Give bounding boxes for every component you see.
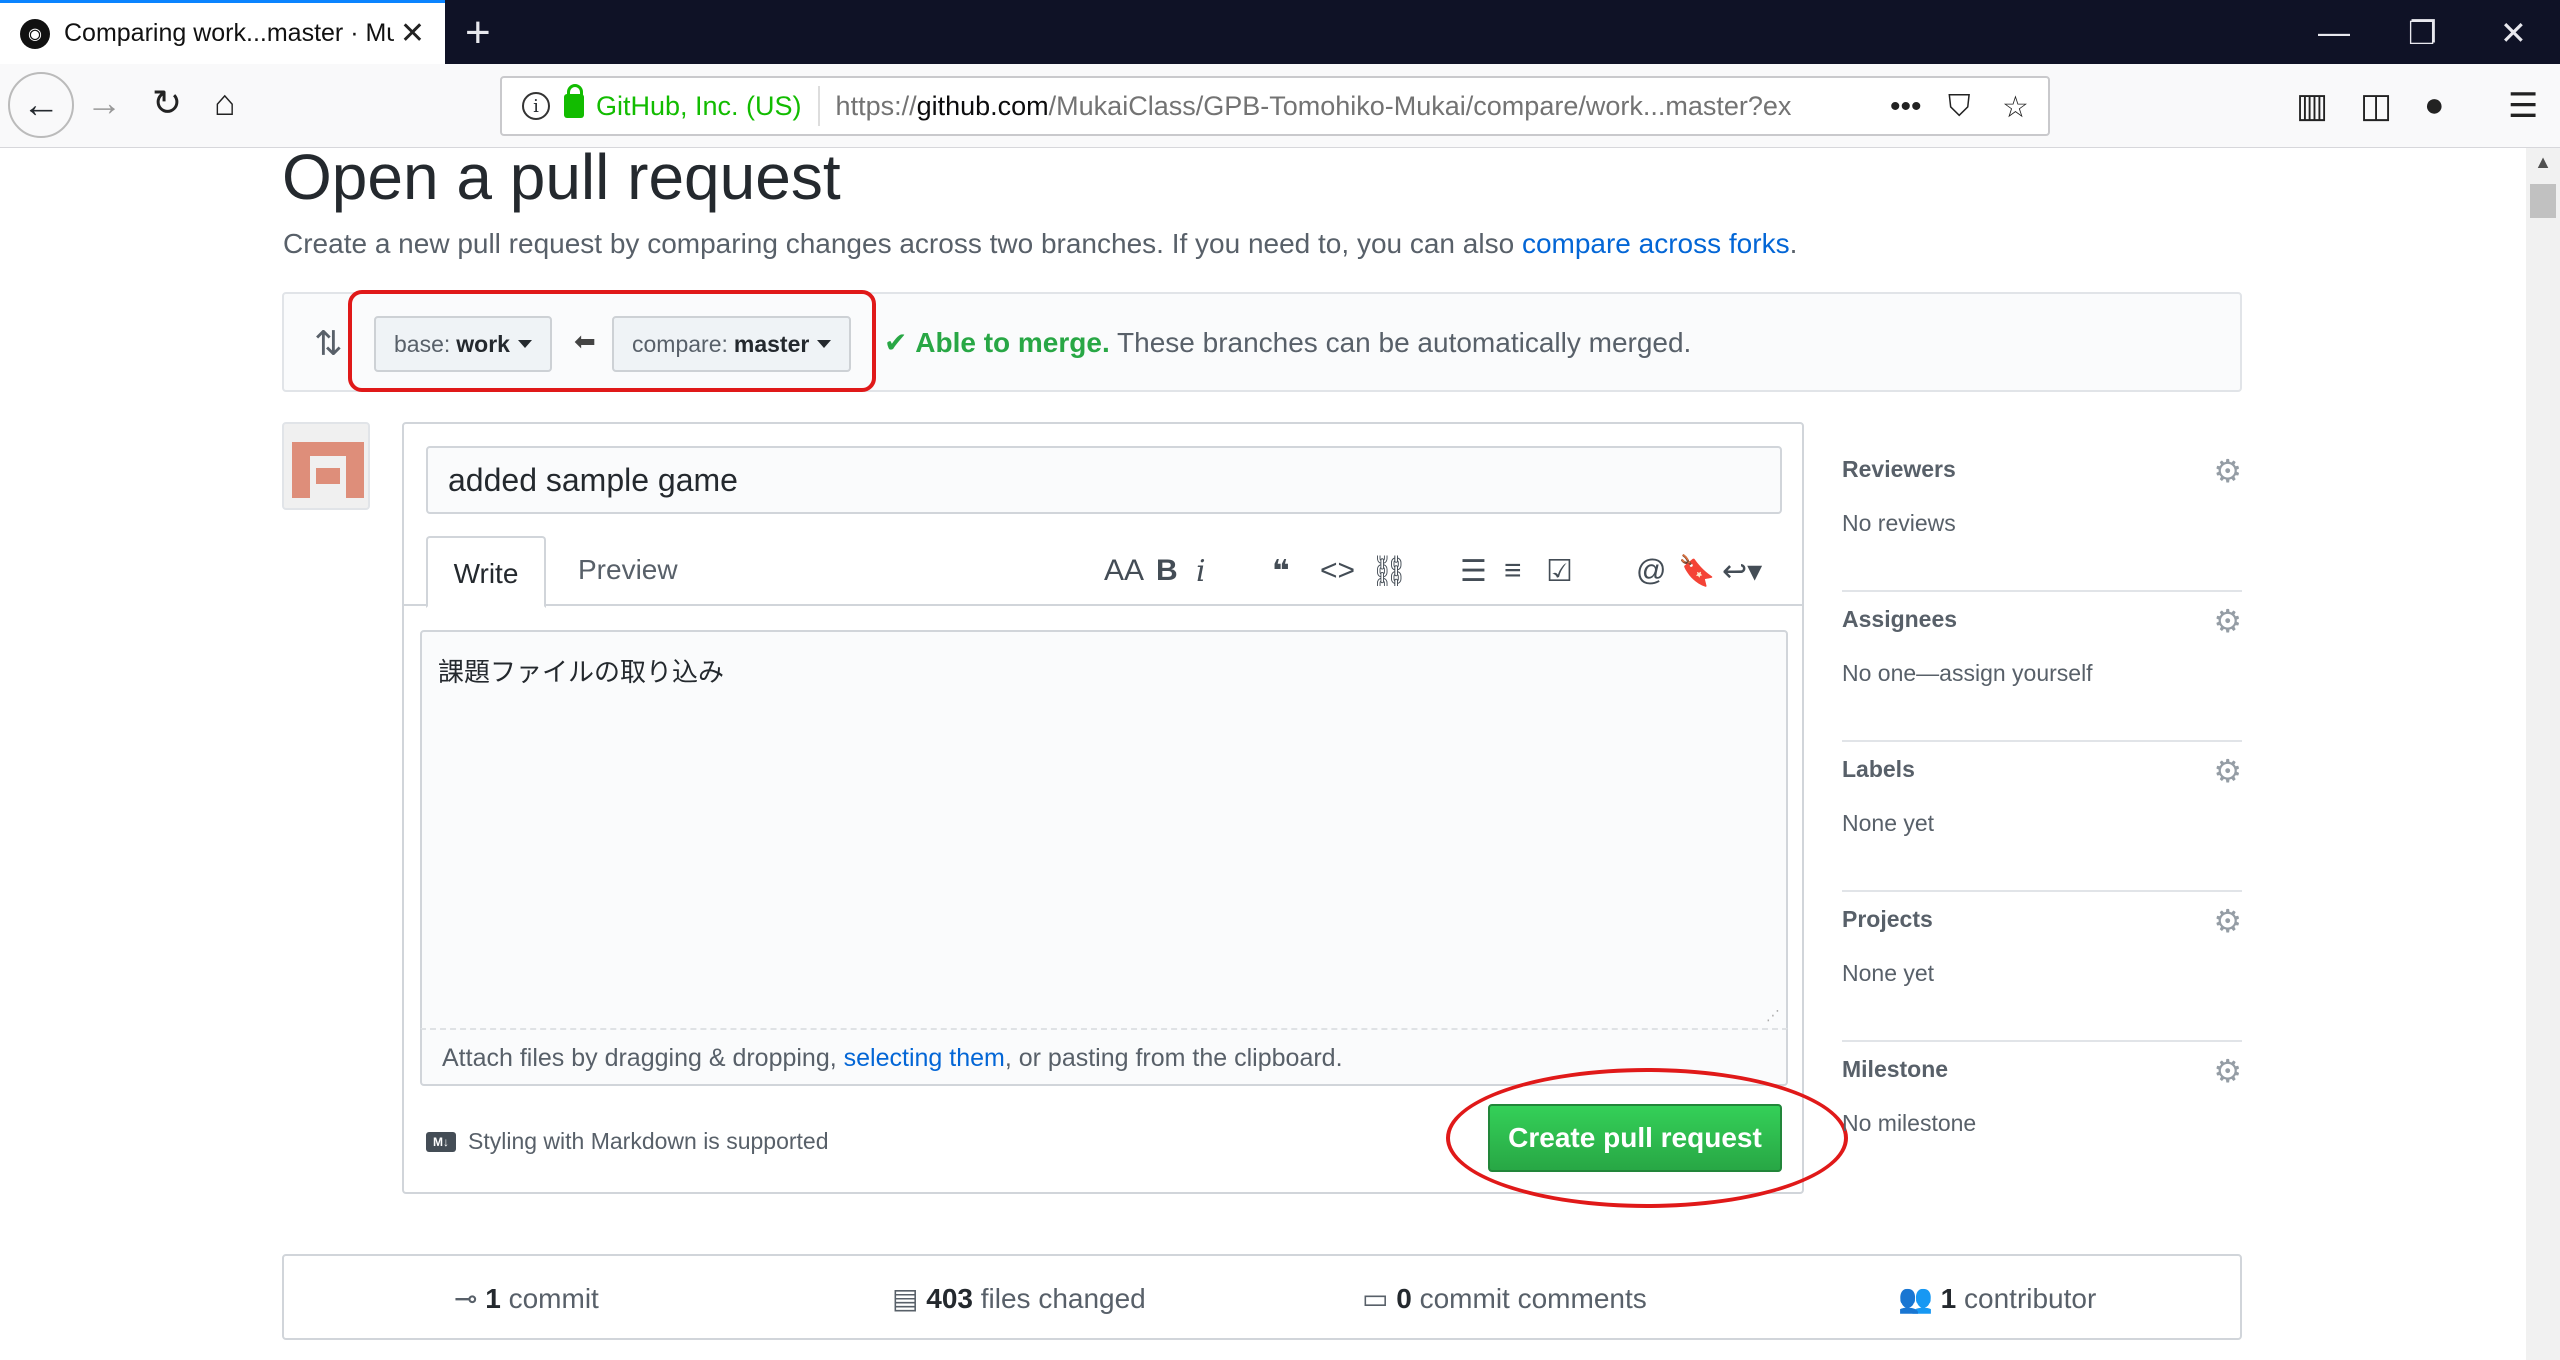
forward-arrow-icon[interactable]: →: [86, 82, 122, 124]
files-changed-stat[interactable]: ▤ 403 files changed: [892, 1282, 1146, 1315]
git-compare-icon: ⇅: [314, 325, 343, 363]
code-icon[interactable]: <>: [1320, 554, 1355, 588]
compare-forks-link[interactable]: compare across forks: [1522, 228, 1790, 259]
markdown-note[interactable]: M↓ Styling with Markdown is supported: [426, 1128, 829, 1155]
select-files-link[interactable]: selecting them: [844, 1044, 1005, 1072]
sidebar-item-assignees[interactable]: Assignees ⚙ No one—assign yourself: [1842, 592, 2242, 742]
editor-tabs: Write Preview AA B i ❝ <> ⛓ ☰ ≡ ☑ @ 🔖 ↩▾: [404, 536, 1802, 608]
url-text[interactable]: https://github.com/MukaiClass/GPB-Tomohi…: [836, 91, 1836, 122]
check-icon: ✔: [884, 327, 908, 358]
commit-comments-stat[interactable]: ▭ 0 commit comments: [1362, 1282, 1647, 1315]
comment-icon: ▭: [1362, 1283, 1389, 1314]
commits-stat[interactable]: ⊸ 1 commit: [454, 1282, 599, 1315]
people-icon: 👥: [1898, 1283, 1933, 1314]
tab-title: Comparing work...master · Muk: [64, 19, 394, 47]
pr-body-textarea[interactable]: 課題ファイルの取り込み ⋰: [420, 630, 1788, 1030]
reply-icon[interactable]: ↩▾: [1722, 554, 1762, 589]
heading-icon[interactable]: AA: [1104, 554, 1144, 588]
menu-icon[interactable]: ☰: [2508, 86, 2538, 126]
page-actions-icon[interactable]: •••: [1890, 90, 1922, 124]
secure-lock-icon: [564, 84, 584, 118]
task-list-icon[interactable]: ☑: [1546, 554, 1573, 589]
back-button[interactable]: ←: [8, 72, 74, 138]
link-icon[interactable]: ⛓: [1370, 554, 1408, 589]
commit-icon: ⊸: [454, 1283, 478, 1314]
bookmark-star-icon[interactable]: ☆: [2002, 90, 2029, 125]
browser-tab[interactable]: ◉ Comparing work...master · Muk ✕: [0, 0, 445, 64]
pr-body-text: 課題ファイルの取り込み: [438, 658, 725, 688]
window-close-button[interactable]: ✕: [2500, 14, 2527, 52]
page-scrollbar[interactable]: ▲: [2526, 148, 2560, 1360]
back-arrow-icon: ←: [22, 83, 60, 126]
mention-icon[interactable]: @: [1636, 554, 1666, 588]
bold-icon[interactable]: B: [1156, 554, 1178, 588]
scroll-thumb[interactable]: [2530, 184, 2556, 218]
sidebar-item-projects[interactable]: Projects ⚙ None yet: [1842, 892, 2242, 1042]
extension-icon[interactable]: ●: [2424, 86, 2445, 125]
url-separator: [817, 86, 820, 126]
address-bar[interactable]: i GitHub, Inc. (US) https://github.com/M…: [500, 76, 2050, 136]
gear-icon[interactable]: ⚙: [2213, 752, 2242, 790]
sidebar-toggle-icon[interactable]: ◫: [2360, 86, 2392, 126]
tab-close-icon[interactable]: ✕: [400, 16, 425, 51]
tab-preview[interactable]: Preview: [578, 554, 678, 586]
bulleted-list-icon[interactable]: ☰: [1460, 554, 1487, 589]
annotation-ellipse-create: [1446, 1068, 1848, 1208]
browser-nav-bar: ← → ↻ ⌂ i GitHub, Inc. (US) https://gith…: [0, 64, 2560, 148]
home-icon[interactable]: ⌂: [214, 82, 236, 124]
site-identity[interactable]: GitHub, Inc. (US): [596, 91, 802, 122]
browser-tab-bar: ◉ Comparing work...master · Muk ✕ + — ❐ …: [0, 0, 2560, 64]
minimize-button[interactable]: —: [2318, 14, 2350, 51]
italic-icon[interactable]: i: [1196, 554, 1206, 589]
resize-handle-icon[interactable]: ⋰: [1766, 1008, 1780, 1024]
sidebar-item-milestone[interactable]: Milestone ⚙ No milestone: [1842, 1042, 2242, 1192]
site-info-icon[interactable]: i: [522, 92, 550, 120]
pr-sidebar: Reviewers ⚙ No reviews Assignees ⚙ No on…: [1842, 442, 2242, 1192]
numbered-list-icon[interactable]: ≡: [1504, 554, 1522, 588]
scroll-up-icon[interactable]: ▲: [2526, 152, 2560, 173]
gear-icon[interactable]: ⚙: [2213, 902, 2242, 940]
restore-button[interactable]: ❐: [2408, 14, 2437, 52]
contributors-stat[interactable]: 👥 1 contributor: [1898, 1282, 2096, 1315]
sidebar-item-reviewers[interactable]: Reviewers ⚙ No reviews: [1842, 442, 2242, 592]
library-icon[interactable]: ▥: [2296, 86, 2328, 126]
comparison-stats: ⊸ 1 commit ▤ 403 files changed ▭ 0 commi…: [282, 1254, 2242, 1340]
reload-icon[interactable]: ↻: [152, 82, 182, 124]
bookmark-icon[interactable]: 🔖: [1678, 554, 1715, 589]
sidebar-item-labels[interactable]: Labels ⚙ None yet: [1842, 742, 2242, 892]
gear-icon[interactable]: ⚙: [2213, 452, 2242, 490]
tab-write[interactable]: Write: [426, 536, 546, 608]
new-tab-button[interactable]: +: [465, 8, 491, 58]
page-subtitle: Create a new pull request by comparing c…: [283, 228, 1798, 259]
pocket-icon[interactable]: ⛉: [1948, 90, 1971, 124]
avatar[interactable]: [282, 422, 370, 510]
markdown-icon: M↓: [426, 1131, 456, 1152]
file-diff-icon: ▤: [892, 1283, 919, 1314]
annotation-box-branches: [348, 290, 876, 392]
github-favicon-icon: ◉: [20, 18, 50, 49]
page-title: Open a pull request: [282, 141, 841, 213]
pr-title-input[interactable]: added sample game: [426, 446, 1782, 514]
merge-status: ✔ Able to merge. These branches can be a…: [884, 327, 1692, 358]
gear-icon[interactable]: ⚙: [2213, 602, 2242, 640]
quote-icon[interactable]: ❝: [1272, 554, 1290, 589]
gear-icon[interactable]: ⚙: [2213, 1052, 2242, 1090]
